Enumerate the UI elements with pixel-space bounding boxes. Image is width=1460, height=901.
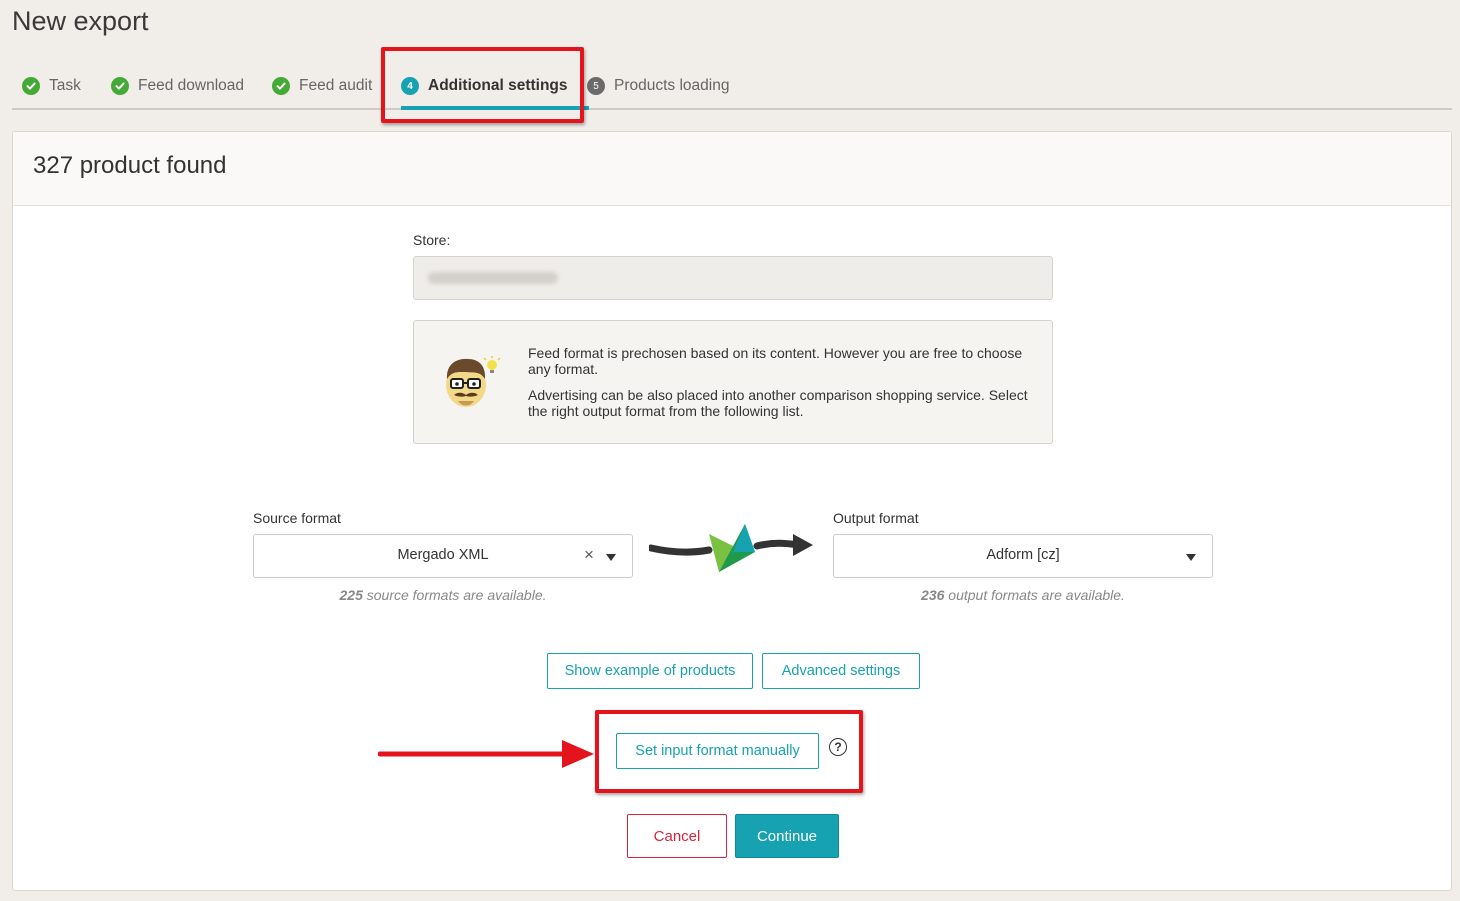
- check-circle-icon: [22, 77, 40, 95]
- output-format-count: 236: [921, 587, 945, 603]
- check-circle-icon: [111, 77, 129, 95]
- source-format-label: Source format: [253, 510, 341, 526]
- step-label: Feed download: [138, 77, 244, 94]
- export-steps: Task Feed download Feed audit 4 Addition…: [12, 62, 1452, 110]
- step-task[interactable]: Task: [22, 72, 81, 100]
- info-text: Feed format is prechosen based on its co…: [528, 345, 1038, 429]
- step-number-badge: 5: [587, 77, 605, 95]
- show-example-button[interactable]: Show example of products: [547, 653, 753, 689]
- conversion-arrow-icon: [649, 524, 813, 572]
- source-format-value: Mergado XML: [397, 547, 489, 563]
- info-box: Feed format is prechosen based on its co…: [413, 320, 1053, 444]
- step-feed-download[interactable]: Feed download: [111, 72, 244, 100]
- card-header: 327 product found: [13, 132, 1451, 206]
- info-line-2: Advertising can be also placed into anot…: [528, 387, 1028, 419]
- store-field: [413, 256, 1053, 300]
- cancel-button[interactable]: Cancel: [627, 814, 727, 858]
- step-feed-audit[interactable]: Feed audit: [272, 72, 372, 100]
- source-format-count: 225: [339, 587, 363, 603]
- output-format-hint-text: output formats are available.: [944, 587, 1125, 603]
- output-format-label: Output format: [833, 510, 919, 526]
- source-format-hint-text: source formats are available.: [362, 587, 547, 603]
- source-format-select[interactable]: Mergado XML ×: [253, 534, 633, 578]
- annotation-arrow-icon: [378, 740, 594, 768]
- page-title: New export: [12, 6, 149, 36]
- continue-button[interactable]: Continue: [735, 814, 839, 858]
- chevron-down-icon[interactable]: [1186, 554, 1196, 561]
- store-value-blurred: [428, 272, 558, 284]
- mascot-idea-icon: [446, 356, 501, 407]
- step-label: Task: [49, 77, 81, 94]
- annotation-highlight-button: [595, 710, 863, 793]
- source-format-hint: 225 source formats are available.: [253, 587, 633, 603]
- clear-icon[interactable]: ×: [584, 545, 594, 565]
- annotation-highlight-step: [381, 47, 584, 123]
- output-format-select[interactable]: Adform [cz]: [833, 534, 1213, 578]
- step-label: Feed audit: [299, 77, 373, 94]
- output-format-value: Adform [cz]: [986, 547, 1060, 563]
- output-format-hint: 236 output formats are available.: [833, 587, 1213, 603]
- store-label: Store:: [413, 232, 451, 248]
- step-products-loading[interactable]: 5 Products loading: [587, 72, 729, 100]
- info-line-1: Feed format is prechosen based on its co…: [528, 345, 1023, 377]
- check-circle-icon: [272, 77, 290, 95]
- step-label: Products loading: [614, 77, 730, 94]
- advanced-settings-button[interactable]: Advanced settings: [762, 653, 920, 689]
- chevron-down-icon[interactable]: [606, 554, 616, 561]
